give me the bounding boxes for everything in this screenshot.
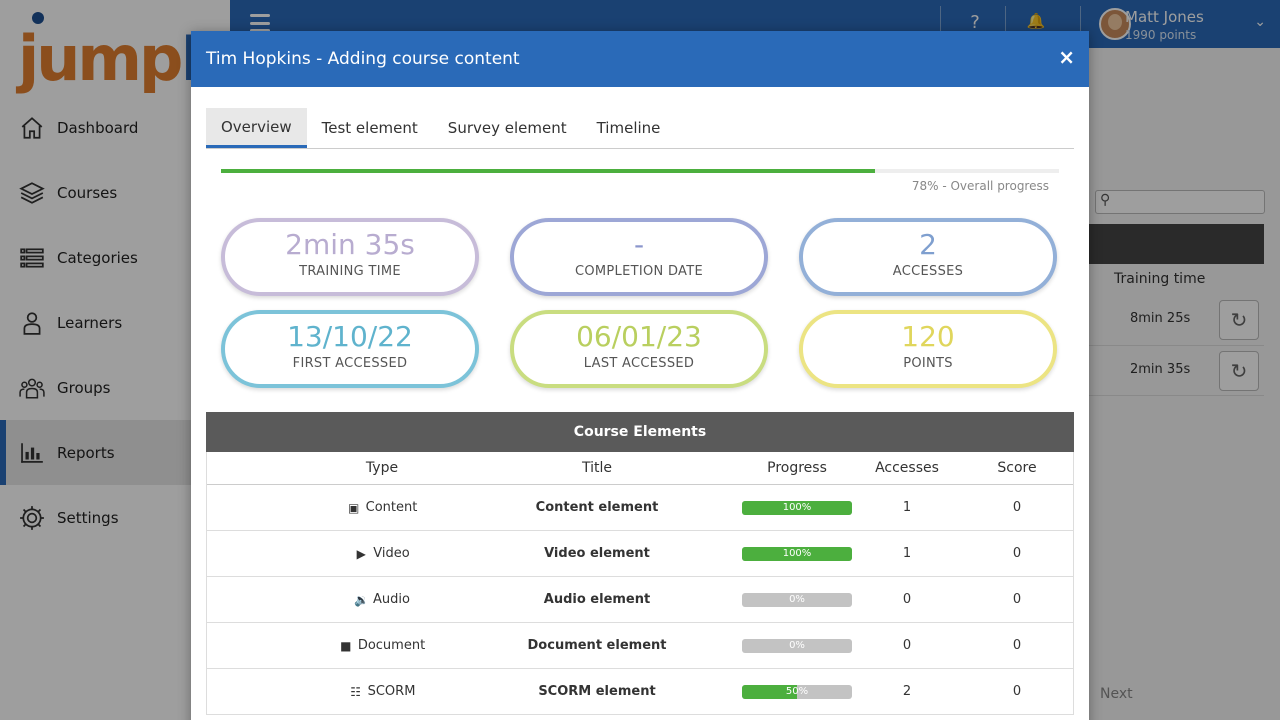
stat-card-last-accessed: 06/01/23 LAST ACCESSED (510, 310, 768, 388)
progress-cell: 100% (727, 485, 867, 530)
column-header-accesses: Accesses (875, 460, 939, 476)
table-header-row: Type Title Progress Accesses Score (207, 452, 1073, 485)
tab-test-element[interactable]: Test element (307, 108, 433, 148)
progress-bar-label: 0% (789, 594, 805, 605)
title-cell: Audio element (543, 592, 651, 607)
type-label: SCORM (367, 684, 416, 699)
type-cell: ▣ Content (207, 485, 557, 530)
progress-bar-label: 100% (782, 502, 812, 513)
course-elements-table: Type Title Progress Accesses Score ▣ Cont… (206, 452, 1074, 715)
table-row[interactable]: ■ Document Document element 0% 0 0 (207, 623, 1073, 669)
modal-header: Tim Hopkins - Adding course content × (191, 31, 1089, 87)
stat-label: COMPLETION DATE (574, 264, 703, 279)
stat-label: FIRST ACCESSED (292, 356, 408, 371)
type-cell: ▶ Video (207, 531, 557, 576)
tab-timeline[interactable]: Timeline (582, 108, 676, 148)
speaker-icon: 🔉 (354, 592, 369, 607)
stat-card-training-time: 2min 35s TRAINING TIME (221, 218, 479, 296)
type-label: Video (373, 546, 410, 561)
type-label: Document (357, 638, 426, 653)
progress-bar: 100% (742, 546, 852, 561)
column-header-score: Score (997, 460, 1037, 476)
tab-overview[interactable]: Overview (206, 108, 307, 148)
stat-card-accesses: 2 ACCESSES (799, 218, 1057, 296)
stat-value: 2min 35s (285, 228, 415, 261)
score-cell: 0 (1012, 592, 1022, 607)
tab-bar: Overview Test element Survey element Tim… (206, 108, 1074, 149)
accesses-cell: 1 (902, 500, 912, 515)
type-label: Audio (373, 592, 410, 607)
progress-bar: 0% (742, 592, 852, 607)
stat-label: LAST ACCESSED (583, 356, 695, 371)
table-row[interactable]: ☷ SCORM SCORM element 50% 2 0 (207, 669, 1073, 715)
stat-card-completion-date: - COMPLETION DATE (510, 218, 768, 296)
progress-bar-label: 50% (785, 686, 809, 697)
title-cell: Video element (544, 546, 650, 561)
column-header-title: Title (581, 460, 612, 476)
stat-value: 06/01/23 (576, 320, 702, 353)
stat-value: 13/10/22 (287, 320, 413, 353)
accesses-cell: 0 (902, 638, 912, 653)
progress-bar: 100% (742, 500, 852, 515)
score-cell: 0 (1012, 546, 1022, 561)
column-header-type: Type (365, 460, 399, 476)
stat-value: 2 (919, 228, 937, 261)
progress-cell: 50% (727, 669, 867, 714)
learner-report-modal: Tim Hopkins - Adding course content × Ov… (191, 31, 1089, 720)
stat-label: ACCESSES (892, 264, 964, 279)
title-cell: Document element (527, 638, 667, 653)
progress-cell: 100% (727, 531, 867, 576)
title-cell: SCORM element (538, 684, 656, 699)
course-elements-title: Course Elements (206, 412, 1074, 452)
document-icon: ■ (340, 638, 352, 653)
stat-card-first-accessed: 13/10/22 FIRST ACCESSED (221, 310, 479, 388)
scorm-icon: ☷ (350, 684, 361, 699)
play-icon: ▶ (356, 546, 366, 561)
accesses-cell: 0 (902, 592, 912, 607)
type-cell: 🔉 Audio (207, 577, 557, 622)
progress-cell: 0% (727, 623, 867, 668)
modal-title: Tim Hopkins - Adding course content (206, 49, 520, 69)
table-row[interactable]: ▣ Content Content element 100% 1 0 (207, 485, 1073, 531)
table-row[interactable]: ▶ Video Video element 100% 1 0 (207, 531, 1073, 577)
accesses-cell: 2 (902, 684, 912, 699)
overall-progress-label: 78% - Overall progress (911, 179, 1049, 193)
progress-bar: 50% (742, 684, 852, 699)
progress-bar-label: 100% (782, 548, 812, 559)
type-cell: ■ Document (207, 623, 557, 668)
table-row[interactable]: 🔉 Audio Audio element 0% 0 0 (207, 577, 1073, 623)
type-label: Content (365, 500, 418, 515)
overall-progress-bar (221, 169, 1059, 173)
progress-bar: 0% (742, 638, 852, 653)
progress-bar-label: 0% (789, 640, 805, 651)
type-cell: ☷ SCORM (207, 669, 557, 714)
accesses-cell: 1 (902, 546, 912, 561)
stat-label: TRAINING TIME (299, 264, 401, 279)
image-icon: ▣ (347, 500, 360, 515)
score-cell: 0 (1012, 638, 1022, 653)
stat-value: - (633, 228, 645, 261)
overall-progress-fill (221, 169, 875, 173)
score-cell: 0 (1012, 500, 1022, 515)
stat-value: 120 (901, 320, 955, 353)
score-cell: 0 (1012, 684, 1022, 699)
progress-cell: 0% (727, 577, 867, 622)
tab-survey-element[interactable]: Survey element (433, 108, 582, 148)
title-cell: Content element (535, 500, 659, 515)
stat-label: POINTS (903, 356, 953, 371)
close-icon[interactable]: × (1058, 45, 1075, 69)
column-header-progress: Progress (767, 460, 827, 476)
stat-card-points: 120 POINTS (799, 310, 1057, 388)
